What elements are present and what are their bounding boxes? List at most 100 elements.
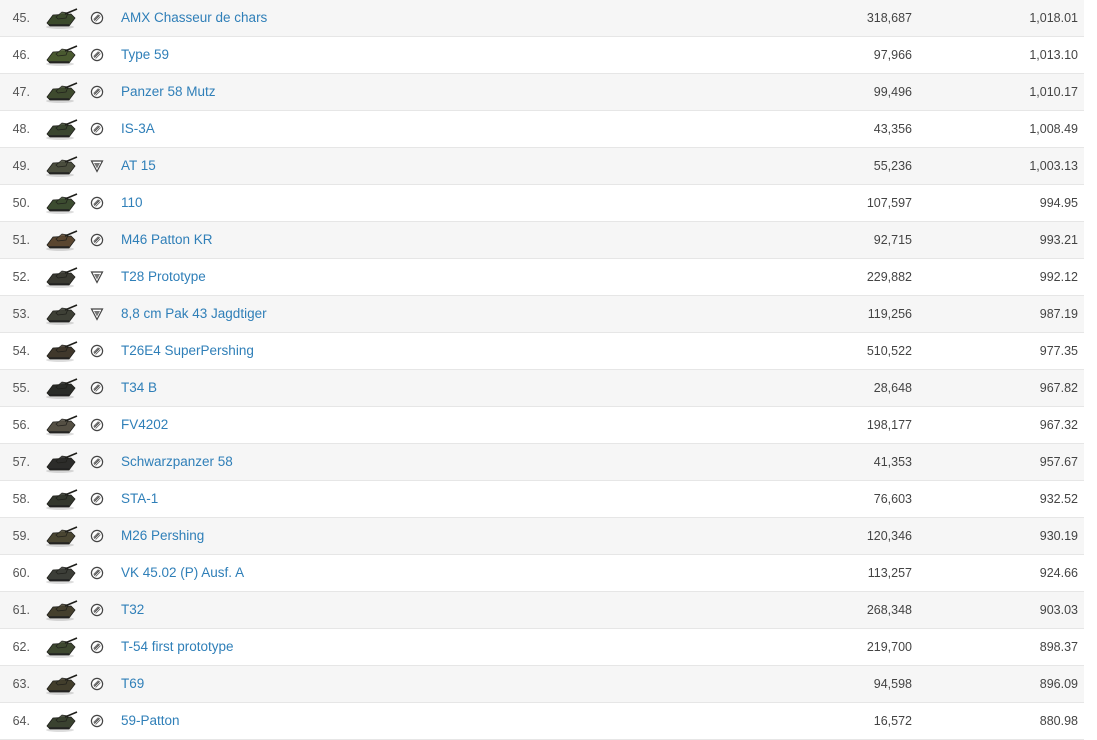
battles-count: 41,353 — [873, 455, 912, 469]
tank-icon — [44, 672, 78, 696]
table-row: 51. M46 Patton KR 92,715 993.21 — [0, 222, 1084, 259]
table-row: 46. Type 59 97,966 1,013.10 — [0, 37, 1084, 74]
table-row: 60. VK 45.02 (P) Ausf. A 113,257 924.66 — [0, 555, 1084, 592]
vehicle-name-link[interactable]: AMX Chasseur de chars — [121, 0, 267, 36]
rank-number: 64. — [12, 714, 30, 728]
vehicle-name-link[interactable]: FV4202 — [121, 407, 168, 443]
rating-value: 1,003.13 — [1029, 159, 1078, 173]
table-row: 53. 8,8 cm Pak 43 Jagdtiger 119,256 987.19 — [0, 296, 1084, 333]
vehicle-name-link[interactable]: IS-3A — [121, 111, 155, 147]
round-badge-icon — [90, 418, 104, 432]
rank-number: 49. — [12, 159, 30, 173]
tank-icon — [44, 265, 78, 289]
tank-icon — [44, 598, 78, 622]
table-row: 45. AMX Chasseur de chars 318,687 1,018.01 — [0, 0, 1084, 37]
vehicle-name-link[interactable]: STA-1 — [121, 481, 158, 517]
rank-number: 58. — [12, 492, 30, 506]
rank-number: 47. — [12, 85, 30, 99]
battles-count: 97,966 — [873, 48, 912, 62]
rating-value: 1,008.49 — [1029, 122, 1078, 136]
tank-icon — [44, 450, 78, 474]
vehicle-name-link[interactable]: VK 45.02 (P) Ausf. A — [121, 555, 244, 591]
vehicle-name-link[interactable]: T-54 first prototype — [121, 629, 234, 665]
battles-count: 229,882 — [866, 270, 912, 284]
rank-number: 52. — [12, 270, 30, 284]
round-badge-icon — [90, 640, 104, 654]
vehicle-name-link[interactable]: T28 Prototype — [121, 259, 206, 295]
vehicle-name-link[interactable]: 8,8 cm Pak 43 Jagdtiger — [121, 296, 267, 332]
rank-number: 48. — [12, 122, 30, 136]
vehicle-name-link[interactable]: AT 15 — [121, 148, 156, 184]
round-badge-icon — [90, 529, 104, 543]
tank-icon — [44, 339, 78, 363]
vehicle-name-link[interactable]: T26E4 SuperPershing — [121, 333, 254, 369]
rating-value: 930.19 — [1039, 529, 1078, 543]
rank-number: 45. — [12, 11, 30, 25]
table-row: 64. 59-Patton 16,572 880.98 — [0, 703, 1084, 740]
battles-count: 43,356 — [873, 122, 912, 136]
table-row: 55. T34 B 28,648 967.82 — [0, 370, 1084, 407]
round-badge-icon — [90, 11, 104, 25]
vehicle-name-link[interactable]: 59-Patton — [121, 703, 180, 739]
table-row: 50. 110 107,597 994.95 — [0, 185, 1084, 222]
battles-count: 99,496 — [873, 85, 912, 99]
vehicle-name-link[interactable]: M46 Patton KR — [121, 222, 213, 258]
tank-icon — [44, 709, 78, 733]
vehicle-name-link[interactable]: Schwarzpanzer 58 — [121, 444, 233, 480]
battles-count: 16,572 — [873, 714, 912, 728]
vehicle-name-link[interactable]: Panzer 58 Mutz — [121, 74, 216, 110]
tank-icon — [44, 302, 78, 326]
rating-value: 898.37 — [1039, 640, 1078, 654]
rating-value: 1,013.10 — [1029, 48, 1078, 62]
tank-icon — [44, 6, 78, 30]
vehicle-name-link[interactable]: T69 — [121, 666, 144, 702]
tank-icon — [44, 228, 78, 252]
table-row: 57. Schwarzpanzer 58 41,353 957.67 — [0, 444, 1084, 481]
battles-count: 219,700 — [866, 640, 912, 654]
table-row: 56. FV4202 198,177 967.32 — [0, 407, 1084, 444]
rank-number: 53. — [12, 307, 30, 321]
shield-badge-icon — [90, 159, 104, 173]
battles-count: 92,715 — [873, 233, 912, 247]
vehicle-name-link[interactable]: 110 — [121, 185, 143, 221]
vehicle-name-link[interactable]: Type 59 — [121, 37, 169, 73]
table-row: 48. IS-3A 43,356 1,008.49 — [0, 111, 1084, 148]
battles-count: 119,256 — [867, 307, 912, 321]
round-badge-icon — [90, 381, 104, 395]
rating-value: 992.12 — [1039, 270, 1078, 284]
table-row: 47. Panzer 58 Mutz 99,496 1,010.17 — [0, 74, 1084, 111]
round-badge-icon — [90, 677, 104, 691]
battles-count: 55,236 — [873, 159, 912, 173]
battles-count: 120,346 — [866, 529, 912, 543]
tank-icon — [44, 80, 78, 104]
rating-value: 987.19 — [1039, 307, 1078, 321]
tank-icon — [44, 635, 78, 659]
battles-count: 28,648 — [873, 381, 912, 395]
rank-number: 61. — [12, 603, 30, 617]
rank-number: 62. — [12, 640, 30, 654]
battles-count: 107,597 — [866, 196, 912, 210]
round-badge-icon — [90, 344, 104, 358]
vehicle-name-link[interactable]: T32 — [121, 592, 144, 628]
round-badge-icon — [90, 48, 104, 62]
rating-value: 977.35 — [1039, 344, 1078, 358]
vehicle-name-link[interactable]: M26 Pershing — [121, 518, 204, 554]
tank-icon — [44, 191, 78, 215]
tank-icon — [44, 487, 78, 511]
round-badge-icon — [90, 455, 104, 469]
rating-value: 1,010.17 — [1029, 85, 1078, 99]
tank-icon — [44, 524, 78, 548]
vehicle-name-link[interactable]: T34 B — [121, 370, 157, 406]
round-badge-icon — [90, 566, 104, 580]
battles-count: 510,522 — [866, 344, 912, 358]
shield-badge-icon — [90, 307, 104, 321]
table-row: 54. T26E4 SuperPershing 510,522 977.35 — [0, 333, 1084, 370]
table-row: 63. T69 94,598 896.09 — [0, 666, 1084, 703]
rank-number: 56. — [12, 418, 30, 432]
tank-icon — [44, 376, 78, 400]
battles-count: 94,598 — [873, 677, 912, 691]
rating-value: 880.98 — [1039, 714, 1078, 728]
tank-icon — [44, 561, 78, 585]
rating-value: 932.52 — [1039, 492, 1078, 506]
rating-value: 896.09 — [1039, 677, 1078, 691]
